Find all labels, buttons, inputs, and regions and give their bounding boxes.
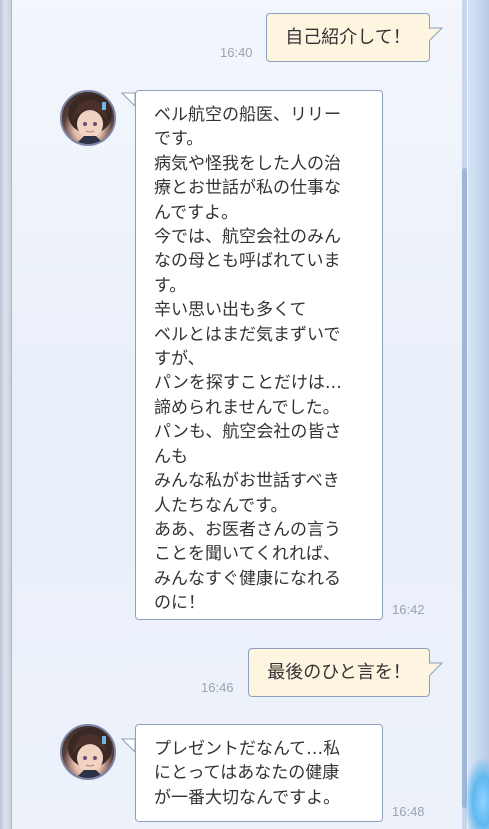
avatar[interactable] (60, 90, 116, 146)
message-line: パンを探すことだけは… (154, 373, 342, 394)
message-line: 病気や怪我をした人の治 (154, 153, 341, 174)
message-line: 人たちなんです。 (154, 495, 288, 516)
decorative-glow (465, 759, 489, 829)
message-line: のに！ (154, 593, 205, 614)
message-line: が一番大切なんですよ。 (154, 787, 341, 808)
avatar[interactable] (60, 724, 116, 780)
window-frame-left (0, 0, 12, 829)
message-line: パンも、航空会社の皆さ (154, 422, 342, 443)
message-timestamp: 16:40 (220, 45, 253, 60)
message-timestamp: 16:46 (201, 680, 234, 695)
message-line: す。 (154, 275, 187, 296)
message-line: んですよ。 (154, 202, 239, 223)
message-line: みんな私がお世話すべき (154, 471, 340, 492)
message-line: 辛い思い出も多くて (154, 300, 307, 321)
message-line: 今では、航空会社のみん (154, 227, 341, 248)
message-line: 療とお世話が私の仕事な (154, 178, 341, 199)
message-line: なの母とも呼ばれていま (154, 251, 341, 272)
message-line: みんなすぐ健康になれる (154, 568, 341, 589)
outgoing-message-bubble: 自己紹介して！ (266, 13, 430, 62)
message-timestamp: 16:42 (392, 602, 425, 617)
incoming-message-bubble: プレゼントだなんて…私 にとってはあなたの健康 が一番大切なんですよ。 (135, 724, 383, 822)
window-frame-right (465, 0, 489, 829)
message-timestamp: 16:48 (392, 804, 425, 819)
message-line: ベル航空の船医、リリー (154, 105, 341, 125)
message-line: んも (154, 446, 188, 467)
message-line: です。 (154, 129, 204, 150)
message-text: 最後のひと言を！ (267, 661, 411, 683)
scrollbar-thumb[interactable] (462, 168, 467, 808)
message-line: にとってはあなたの健康 (154, 763, 340, 784)
outgoing-message-bubble: 最後のひと言を！ (248, 648, 430, 697)
avatar-portrait-icon (68, 94, 112, 144)
incoming-message-bubble: ベル航空の船医、リリー です。 病気や怪我をした人の治 療とお世話が私の仕事な … (135, 90, 383, 620)
message-line: すが、 (154, 349, 205, 370)
message-line: ああ、お医者さんの言う (154, 519, 341, 540)
message-line: ベルとはまだ気まずいで (154, 324, 341, 345)
message-line: ことを聞いてくれれば、 (154, 544, 340, 565)
message-line: 諦められませんでした。 (154, 397, 340, 418)
message-text: 自己紹介して！ (285, 26, 411, 48)
bubble-tail (429, 662, 443, 677)
bubble-tail (429, 27, 443, 42)
message-line: プレゼントだなんて…私 (154, 739, 341, 759)
bubble-tail (121, 92, 136, 108)
avatar-portrait-icon (68, 728, 112, 778)
bubble-tail (121, 738, 136, 754)
